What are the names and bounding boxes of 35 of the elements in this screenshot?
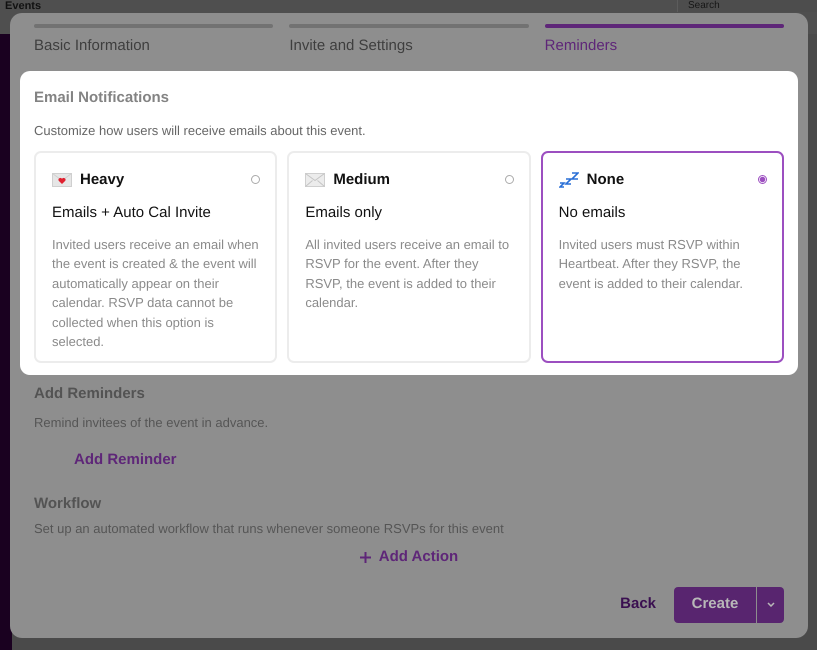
caret-icon <box>766 602 774 607</box>
option-description: Invited users must RSVP within Heartbeat. After they RSVP, the event is added to their calendar. <box>558 236 744 292</box>
option-title: None <box>586 170 626 190</box>
option-subtitle: Emails only <box>305 203 384 223</box>
radio-button[interactable] <box>758 175 767 184</box>
back-button[interactable]: Back <box>620 593 656 616</box>
option-title: Medium <box>333 170 391 190</box>
option-card[interactable] <box>34 150 278 362</box>
option-title: Heavy <box>80 170 126 190</box>
page-title: Events <box>4 0 42 12</box>
section-title: Add Reminders <box>34 384 146 404</box>
step-tab[interactable]: Basic Information <box>34 24 274 58</box>
sleeping-z-icon <box>558 172 579 188</box>
create-button[interactable]: Create <box>674 586 756 622</box>
heart-envelope-icon <box>52 172 72 188</box>
option-card[interactable]: None No emails Invited users must RSVP within Heartbeat. After they RSVP, the event is added to their calendar. <box>540 150 784 362</box>
envelope-icon <box>305 172 326 188</box>
radio-button[interactable] <box>251 175 260 184</box>
option-description: Invited users receive an email when the event is created & the event will automatically appear on their calendar. RSVP data cannot be collected when this option is selected. <box>52 236 260 351</box>
option-description: All invited users receive an email to RSVP for the event. After they RSVP, the event is added to their calendar. <box>305 236 510 312</box>
section-description: Customize how users will receive emails about this event. <box>34 122 367 140</box>
add-reminder-button[interactable]: Add Reminder <box>74 448 177 471</box>
step-tab[interactable]: Reminders <box>544 24 784 58</box>
section-description: Remind invitees of the event in advance. <box>34 414 270 432</box>
section-title: Email Notifications <box>34 88 170 108</box>
dropdown-toggle-button[interactable] <box>756 586 784 622</box>
option-subtitle: No emails <box>558 203 626 223</box>
radio-button[interactable] <box>504 175 514 184</box>
section-description: Set up an automated workflow that runs whenever someone RSVPs for this event <box>34 520 505 538</box>
plus-icon <box>360 552 371 563</box>
step-tab[interactable]: Invite and Settings <box>289 24 529 58</box>
option-card[interactable]: Medium Emails only All invited users receive an email to RSVP for the event. After they RSVP, the event is added to their calendar. <box>287 150 531 362</box>
option-subtitle: Emails + Auto Cal Invite <box>52 203 212 223</box>
section-title: Workflow <box>34 494 102 514</box>
add-action-button[interactable]: Add Action <box>360 546 458 568</box>
